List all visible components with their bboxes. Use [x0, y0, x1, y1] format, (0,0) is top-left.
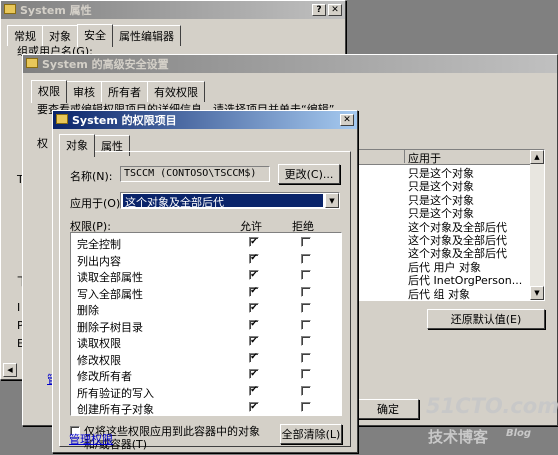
window-title: System 的权限项目 — [72, 114, 177, 127]
deny-checkbox[interactable] — [301, 286, 311, 297]
permission-name: 所有验证的写入 — [77, 386, 154, 400]
window-title: System 的高级安全设置 — [42, 58, 169, 71]
permission-row: 写入全部属性 ✔ — [71, 285, 341, 301]
system-properties-titlebar[interactable]: System 属性 ? ✕ — [1, 1, 345, 19]
permission-name: 写入全部属性 — [77, 287, 143, 301]
name-field: TSCCM (CONTOSO\TSCCM$) — [120, 166, 270, 182]
name-value: TSCCM (CONTOSO\TSCCM$) — [124, 168, 257, 179]
close-icon[interactable]: ✕ — [328, 4, 342, 16]
permission-name: 修改权限 — [77, 353, 121, 367]
deny-checkbox[interactable] — [301, 352, 311, 363]
deny-checkbox[interactable] — [301, 270, 311, 280]
allow-checkbox[interactable]: ✔ — [249, 402, 259, 412]
tab-permissions[interactable]: 权限 — [31, 80, 67, 103]
allow-checkbox[interactable]: ✔ — [249, 385, 259, 396]
deny-checkbox[interactable] — [301, 253, 311, 264]
deny-checkbox[interactable] — [301, 237, 311, 247]
allow-checkbox[interactable]: ✔ — [249, 253, 259, 264]
permission-row: 修改权限 ✔ — [71, 351, 341, 367]
deny-checkbox[interactable] — [301, 303, 311, 313]
allow-checkbox[interactable]: ✔ — [249, 270, 259, 280]
deny-checkbox[interactable] — [301, 369, 311, 379]
watermark-sub: 技术博客 — [428, 428, 489, 446]
scroll-up-icon[interactable]: ▲ — [530, 150, 544, 164]
window-title: System 属性 — [20, 4, 92, 17]
permission-row: 删除 ✔ — [71, 301, 341, 317]
permission-name: 读取全部属性 — [77, 271, 143, 284]
folder-icon — [26, 58, 38, 68]
permission-row: 读取权限 ✔ — [71, 334, 341, 350]
tab-security[interactable]: 安全 — [77, 24, 113, 47]
object-tab-panel: 名称(N): TSCCM (CONTOSO\TSCCM$) 更改(C)... 应… — [59, 151, 351, 451]
allow-checkbox[interactable]: ✔ — [249, 319, 259, 330]
restore-defaults-button[interactable]: 还原默认值(E) — [427, 309, 545, 329]
deny-checkbox[interactable] — [301, 319, 311, 330]
tab-attribute-editor[interactable]: 属性编辑器 — [112, 25, 181, 46]
permission-name: 列出内容 — [77, 254, 121, 268]
folder-icon — [4, 4, 16, 14]
applies-to-header[interactable]: 应用于 — [404, 150, 441, 165]
left-fragment: I — [17, 301, 21, 314]
apply-to-select[interactable]: 这个对象及全部后代 ▼ — [120, 192, 340, 209]
manage-permissions-link[interactable]: 管理权限 — [69, 431, 113, 447]
permission-row: 创建所有子对象 ✔ — [71, 400, 341, 416]
allow-checkbox[interactable]: ✔ — [249, 352, 259, 363]
allow-checkbox[interactable]: ✔ — [249, 303, 259, 313]
list-scrollbar[interactable]: ▲ ▼ — [530, 150, 544, 300]
permission-name: 读取权限 — [77, 337, 121, 350]
scroll-down-icon[interactable]: ▼ — [530, 286, 544, 300]
apply-to-value: 这个对象及全部后代 — [123, 194, 323, 209]
deny-checkbox[interactable] — [301, 385, 311, 396]
entry-applies-to: 后代 组 对象 — [408, 287, 470, 301]
permission-row: 所有验证的写入 ✔ — [71, 384, 341, 400]
tab-effective-permissions[interactable]: 有效权限 — [147, 81, 205, 102]
allow-checkbox[interactable]: ✔ — [249, 336, 259, 346]
help-icon[interactable]: ? — [312, 4, 326, 16]
advanced-tabs: 权限 审核 所有者 有效权限 — [31, 79, 205, 103]
clear-all-button[interactable]: 全部清除(L) — [280, 424, 342, 444]
permissions-list[interactable]: 完全控制 ✔ 列出内容 ✔ 读取全部属性 ✔ 写入全部属性 ✔ 删除 ✔ 删除子树目录 ✔ 读取权限 ✔ 修… — [70, 232, 342, 416]
tab-owner[interactable]: 所有者 — [101, 81, 148, 102]
folder-icon — [56, 114, 68, 124]
permission-entry-window: System 的权限项目 ✕ 对象 属性 名称(N): TSCCM (CONTO… — [52, 110, 358, 453]
deny-checkbox[interactable] — [301, 336, 311, 346]
permission-row: 完全控制 ✔ — [71, 235, 341, 251]
permission-name: 创建所有子对象 — [77, 403, 154, 416]
allow-checkbox[interactable]: ✔ — [249, 237, 259, 247]
close-icon[interactable]: ✕ — [340, 114, 354, 126]
allow-checkbox[interactable]: ✔ — [249, 286, 259, 297]
permission-row: 删除子树目录 ✔ — [71, 318, 341, 334]
name-label: 名称(N): — [70, 170, 113, 183]
apply-to-label: 应用于(O): — [70, 197, 124, 210]
watermark-site: 51CTO.com — [426, 394, 558, 418]
permission-entry-titlebar[interactable]: System 的权限项目 ✕ — [53, 111, 357, 129]
permission-name: 完全控制 — [77, 238, 121, 251]
permission-row: 读取全部属性 ✔ — [71, 268, 341, 284]
left-fragment: 权 — [37, 137, 48, 150]
permission-name: 修改所有者 — [77, 370, 132, 383]
tab-auditing[interactable]: 审核 — [66, 81, 102, 102]
tab-object[interactable]: 对象 — [59, 134, 95, 157]
allow-checkbox[interactable]: ✔ — [249, 369, 259, 379]
permission-row: 修改所有者 ✔ — [71, 367, 341, 383]
advanced-security-titlebar[interactable]: System 的高级安全设置 — [23, 55, 557, 73]
scroll-left-icon[interactable]: ◀ — [3, 363, 17, 377]
watermark-blog: Blog — [506, 428, 532, 439]
deny-checkbox[interactable] — [301, 402, 311, 412]
chevron-down-icon[interactable]: ▼ — [325, 193, 339, 208]
permission-name: 删除子树目录 — [77, 320, 143, 334]
ok-button[interactable]: 确定 — [357, 399, 419, 419]
permission-row: 列出内容 ✔ — [71, 252, 341, 268]
change-button[interactable]: 更改(C)... — [278, 164, 340, 184]
permission-name: 删除 — [77, 304, 99, 317]
